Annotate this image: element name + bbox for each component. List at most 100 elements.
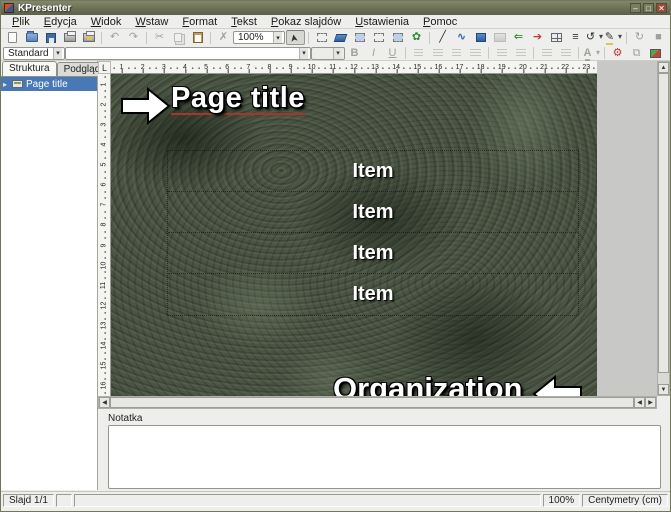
arrow-left-shape[interactable]	[531, 374, 583, 396]
ruler-corner: L	[98, 61, 111, 74]
scroll-left-icon[interactable]: ◀	[99, 397, 110, 408]
italic-icon: I	[372, 48, 375, 59]
close-icon[interactable]: ✕	[656, 3, 667, 13]
insert-image-button[interactable]	[490, 30, 509, 45]
minimize-icon[interactable]: –	[630, 3, 641, 13]
insert-table-button[interactable]	[547, 30, 566, 45]
tree-item-page-title[interactable]: ▸ Page title	[1, 77, 97, 91]
vertical-scrollbar[interactable]: ▲ ▼	[657, 61, 670, 396]
align-left-button[interactable]	[409, 46, 428, 61]
bullet-list-button[interactable]	[492, 46, 511, 61]
horizontal-ruler[interactable]: 1234567891011121314151617181920212223	[111, 61, 597, 74]
toolbar-separator	[623, 31, 630, 45]
table-icon	[551, 33, 562, 42]
select-tool-button[interactable]: ➤	[286, 30, 305, 45]
item-placeholder-3[interactable]: Item	[168, 233, 578, 274]
fill-color-dropdown-button[interactable]: ✎	[604, 30, 623, 45]
notes-textarea[interactable]	[108, 425, 661, 489]
scroll-down-icon[interactable]: ▼	[658, 384, 669, 395]
scroll-left-icon[interactable]: ◀	[634, 397, 645, 408]
slide-item-list[interactable]: ItemItemItemItem	[167, 150, 579, 316]
text-toolbar: Standard ▾ ▾ ▾ B I U A ⚙ ⧉ ▶▶	[1, 46, 670, 61]
font-family-combobox[interactable]: ▾	[65, 47, 311, 60]
font-size-combobox[interactable]: ▾	[311, 47, 345, 60]
indent-less-button[interactable]	[537, 46, 556, 61]
open-button[interactable]	[22, 30, 41, 45]
slide-title[interactable]: Page title	[171, 83, 305, 115]
style-combobox[interactable]: Standard ▾	[3, 47, 65, 60]
item-text: Item	[352, 201, 393, 224]
item-placeholder-4[interactable]: Item	[168, 274, 578, 315]
rotate-tool-button[interactable]	[312, 30, 331, 45]
arrow-tool-button[interactable]: ➔	[528, 30, 547, 45]
menu-item-tekst[interactable]: Tekst	[224, 16, 264, 28]
align-center-button[interactable]	[428, 46, 447, 61]
insert-textbox-button[interactable]: ≡	[566, 30, 585, 45]
group-objects-button[interactable]	[350, 30, 369, 45]
ungroup-objects-button[interactable]	[369, 30, 388, 45]
italic-button[interactable]: I	[364, 46, 383, 61]
hruler-tick-16: 16	[428, 61, 449, 73]
redo-button[interactable]: ↷	[124, 30, 143, 45]
vertical-ruler[interactable]: 12345678910111213141516	[98, 74, 111, 396]
cut-button[interactable]: ✂	[150, 30, 169, 45]
chevron-down-icon[interactable]: ▾	[273, 32, 282, 43]
print-button[interactable]	[60, 30, 79, 45]
menu-item-widok[interactable]: Widok	[84, 16, 129, 28]
slide-canvas[interactable]: Page title ItemItemItemItem Organization	[111, 74, 597, 396]
save-button[interactable]	[41, 30, 60, 45]
print-preview-button[interactable]	[79, 30, 98, 45]
menu-item-format[interactable]: Format	[175, 16, 224, 28]
spellcheck-button[interactable]: ⚙	[608, 46, 627, 61]
menu-item-wstaw[interactable]: Wstaw	[128, 16, 175, 28]
undo-button[interactable]: ↶	[105, 30, 124, 45]
menu-item-pomoc[interactable]: Pomoc	[416, 16, 464, 28]
freehand-tool-button[interactable]: ∿	[452, 30, 471, 45]
align-justify-button[interactable]	[466, 46, 485, 61]
rotate-icon: ↺	[586, 32, 595, 43]
vertical-scrollbar-thumb[interactable]	[658, 73, 669, 373]
copy-button[interactable]	[169, 30, 188, 45]
underline-button[interactable]: U	[383, 46, 402, 61]
vruler-tick-16: 16	[98, 376, 110, 396]
menu-item-pokaz-slajd-w[interactable]: Pokaz slajdów	[264, 16, 348, 28]
indent-more-button[interactable]	[556, 46, 575, 61]
horizontal-scrollbar[interactable]: ◀ ◀ ▶	[98, 396, 657, 409]
tab-struktura[interactable]: Struktura	[2, 61, 57, 76]
refresh-button[interactable]: ↻	[630, 30, 649, 45]
slide-footer[interactable]: Organization	[333, 371, 522, 396]
chevron-down-icon[interactable]: ▾	[299, 48, 308, 59]
arrow-right-shape[interactable]	[120, 86, 172, 126]
delete-button[interactable]: ✗	[214, 30, 233, 45]
autoform-button[interactable]: ✿	[407, 30, 426, 45]
rotate-dropdown-button[interactable]: ↺	[585, 30, 604, 45]
line-tool-button[interactable]: ╱	[433, 30, 452, 45]
item-placeholder-1[interactable]: Item	[168, 151, 578, 192]
align-right-button[interactable]	[447, 46, 466, 61]
chevron-down-icon[interactable]: ▾	[333, 48, 342, 59]
menu-item-ustawienia[interactable]: Ustawienia	[348, 16, 416, 28]
stop-button[interactable]: ■	[649, 30, 668, 45]
new-document-button[interactable]	[3, 30, 22, 45]
item-placeholder-2[interactable]: Item	[168, 192, 578, 233]
text-color-button[interactable]: A	[582, 46, 601, 61]
paste-button[interactable]	[188, 30, 207, 45]
bold-button[interactable]: B	[345, 46, 364, 61]
scroll-right-icon[interactable]: ▶	[645, 397, 656, 408]
slideshow-settings-button[interactable]	[646, 46, 665, 61]
chevron-down-icon[interactable]: ▾	[53, 48, 62, 59]
raise-objects-button[interactable]	[388, 30, 407, 45]
link-button[interactable]: ⧉	[627, 46, 646, 61]
zoom-combobox[interactable]: 100% ▾	[233, 31, 285, 44]
expander-icon[interactable]: ▸	[3, 80, 12, 89]
polygon-tool-button[interactable]	[471, 30, 490, 45]
horizontal-scrollbar-thumb[interactable]	[110, 397, 634, 408]
menu-item-edycja[interactable]: Edycja	[37, 16, 84, 28]
connector-tool-button[interactable]: ⇐	[509, 30, 528, 45]
menu-item-plik[interactable]: Plik	[5, 16, 37, 28]
scroll-up-icon[interactable]: ▲	[658, 62, 669, 73]
maximize-icon[interactable]: □	[643, 3, 654, 13]
slideshow-from-start-button[interactable]: ▶▶	[665, 46, 671, 61]
numbered-list-button[interactable]	[511, 46, 530, 61]
shape-tool-button[interactable]	[331, 30, 350, 45]
